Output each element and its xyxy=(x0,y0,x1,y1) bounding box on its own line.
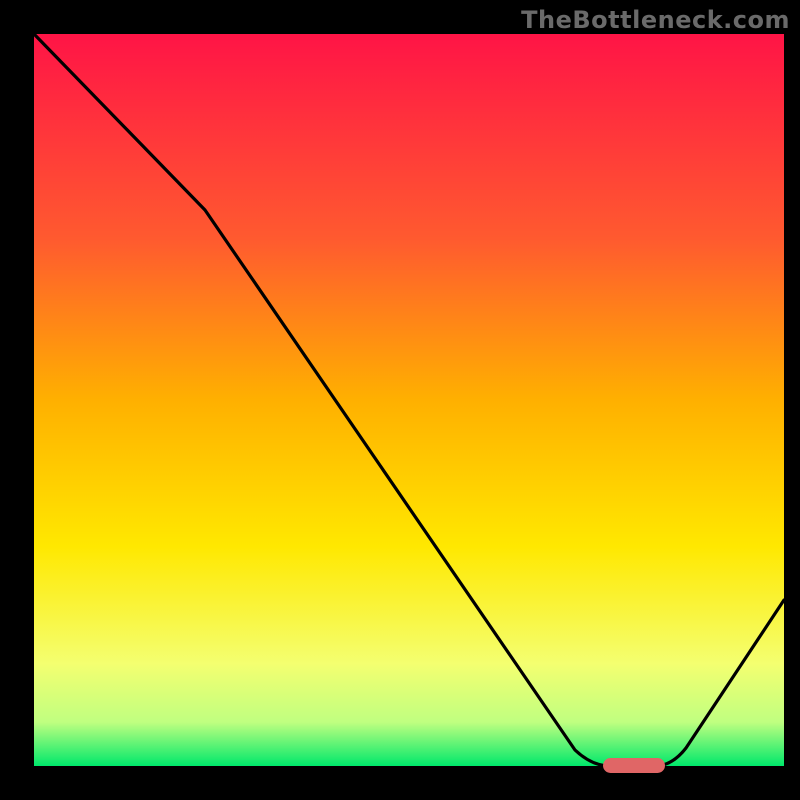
chart-container: TheBottleneck.com xyxy=(0,0,800,800)
optimum-marker xyxy=(603,758,665,773)
plot-area xyxy=(34,34,784,766)
bottleneck-chart xyxy=(0,0,800,800)
watermark-text: TheBottleneck.com xyxy=(521,6,790,34)
